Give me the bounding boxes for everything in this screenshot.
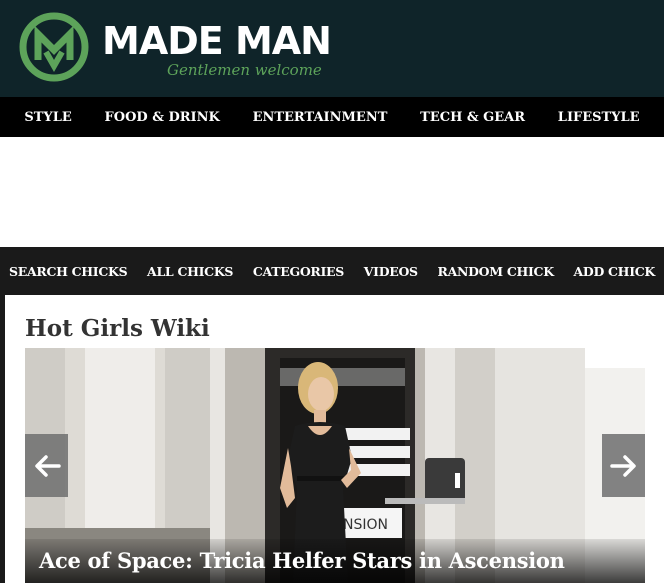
main-nav: STYLE FOOD & DRINK ENTERTAINMENT TECH & … <box>0 97 664 137</box>
ad-space <box>0 137 664 247</box>
slide-image-text: NSION <box>343 517 388 533</box>
slide-caption: Ace of Space: Tricia Helfer Stars in Asc… <box>25 539 645 583</box>
slider-prev-button[interactable] <box>25 434 68 497</box>
nav-item-style[interactable]: STYLE <box>24 110 71 125</box>
slide-caption-title[interactable]: Ace of Space: Tricia Helfer Stars in Asc… <box>39 547 565 575</box>
site-name[interactable]: MADE MAN <box>102 19 332 63</box>
slider-next-button[interactable] <box>602 434 645 497</box>
subnav-item-search-chicks[interactable]: SEARCH CHICKS <box>9 264 128 279</box>
nav-item-entertainment[interactable]: ENTERTAINMENT <box>253 110 388 125</box>
subnav-item-videos[interactable]: VIDEOS <box>364 264 418 279</box>
featured-slider[interactable]: NSION Ace of Space: Tricia Helfer Stars … <box>25 348 645 583</box>
subnav-item-add-chick[interactable]: ADD CHICK <box>574 264 656 279</box>
subnav-item-categories[interactable]: CATEGORIES <box>253 264 344 279</box>
subnav-item-random-chick[interactable]: RANDOM CHICK <box>438 264 555 279</box>
nav-item-tech-gear[interactable]: TECH & GEAR <box>420 110 525 125</box>
site-header: MADE MAN Gentlemen welcome <box>0 0 664 97</box>
site-tagline: Gentlemen welcome <box>167 61 322 79</box>
nav-item-food-drink[interactable]: FOOD & DRINK <box>105 110 220 125</box>
arrow-right-icon <box>609 454 636 477</box>
made-man-logo-icon[interactable] <box>19 12 89 82</box>
arrow-left-icon <box>34 454 61 477</box>
subnav-item-all-chicks[interactable]: ALL CHICKS <box>147 264 233 279</box>
sub-nav: SEARCH CHICKS ALL CHICKS CATEGORIES VIDE… <box>0 247 664 295</box>
page-title: Hot Girls Wiki <box>25 315 210 342</box>
nav-item-lifestyle[interactable]: LIFESTYLE <box>558 110 640 125</box>
